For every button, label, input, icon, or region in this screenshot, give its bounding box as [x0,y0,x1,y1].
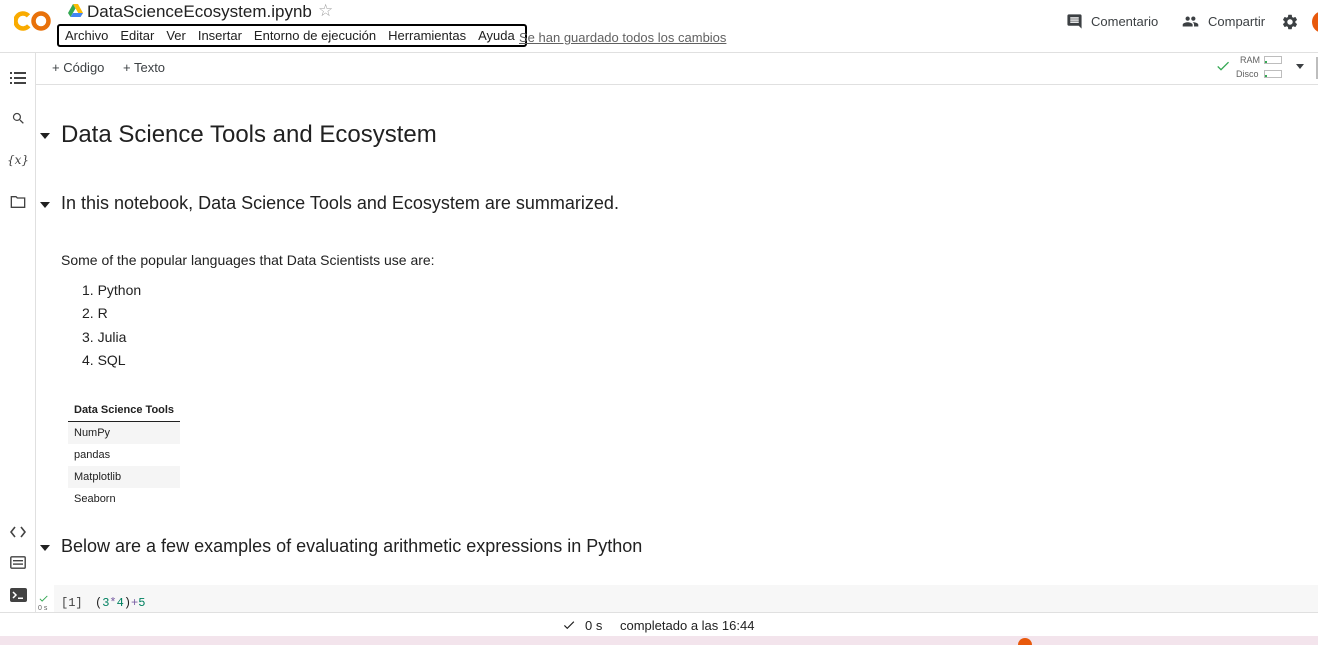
disk-usage-bar[interactable] [1264,70,1282,78]
collapse-section-caret[interactable] [40,545,50,551]
people-icon [1182,16,1199,27]
table-cell: NumPy [68,421,181,444]
runtime-dropdown-icon[interactable] [1296,64,1304,69]
table-cell: pandas [74,449,111,461]
table-header: Data Science Tools [68,400,181,422]
command-palette-icon[interactable] [9,553,27,571]
notebook-title[interactable]: DataScienceEcosystem.ipynb [87,2,312,22]
languages-intro-text: Some of the popular languages that Data … [61,252,435,268]
cell-exec-time: 0 s [38,605,48,612]
menu-entorno-de-ejecucion[interactable]: Entorno de ejecución [248,28,382,43]
disk-usage-fill [1265,75,1268,77]
code-cell[interactable]: [1] (3*4)+5 [54,585,1318,613]
comment-button[interactable]: Comentario [1066,13,1158,30]
execution-count: [1] [61,596,83,610]
files-icon[interactable] [9,193,27,211]
user-avatar[interactable] [1312,11,1318,33]
run-success-check-icon[interactable] [38,593,49,604]
menu-ver[interactable]: Ver [160,28,192,43]
menu-bar: Archivo Editar Ver Insertar Entorno de e… [57,24,527,47]
status-check-icon [563,621,575,630]
code-token: * [109,596,117,610]
menu-insertar[interactable]: Insertar [192,28,248,43]
ram-usage-bar[interactable] [1264,56,1282,64]
collapse-section-caret[interactable] [40,202,50,208]
list-item: 1. Python [82,282,142,298]
code-editor[interactable]: (3*4)+5 [95,596,145,610]
share-label: Compartir [1208,14,1266,29]
menu-editar[interactable]: Editar [114,28,160,43]
comment-icon [1067,14,1082,29]
app-header: DataScienceEcosystem.ipynb ☆ Archivo Edi… [0,0,1318,53]
heading-data-science-tools: Data Science Tools and Ecosystem [61,121,437,148]
status-message[interactable]: completado a las 16:44 [620,618,754,633]
code-token: ) [123,596,132,610]
list-item: 4. SQL [82,351,126,368]
status-bar: 0 s completado a las 16:44 [0,612,1318,637]
google-drive-icon[interactable] [68,4,83,17]
menu-ayuda[interactable]: Ayuda [472,28,521,43]
menu-archivo[interactable]: Archivo [64,28,114,43]
collapse-section-caret[interactable] [40,133,50,139]
disk-label: Disco [1236,69,1259,79]
notebook-toolbar: + Código + Texto RAM Disco [35,52,1318,85]
variables-icon[interactable]: {x} [7,151,29,169]
settings-gear-icon[interactable] [1281,13,1299,31]
terminal-icon[interactable] [9,586,27,604]
languages-list: 1. Python 2. R 3. Julia 4. SQL [82,282,141,375]
code-token: 4 [116,596,124,610]
colab-logo[interactable] [14,8,52,34]
comment-label: Comentario [1091,14,1159,29]
list-item: 3. Julia [82,328,127,345]
ram-label: RAM [1240,55,1260,65]
table-cell: Seaborn [74,493,116,505]
data-science-tools-table: Data Science Tools NumPy pandas Matplotl… [68,400,181,510]
status-exec-time: 0 s [585,618,603,633]
share-button[interactable]: Compartir [1181,13,1265,30]
menu-herramientas[interactable]: Herramientas [382,28,472,43]
taskbar-app-icon[interactable] [1018,638,1032,645]
search-icon[interactable] [9,109,27,127]
add-text-button[interactable]: + Texto [123,60,165,75]
heading-summary: In this notebook, Data Science Tools and… [61,193,619,213]
save-status-link[interactable]: Se han guardado todos los cambios [519,30,726,45]
taskbar-strip [0,636,1318,645]
code-token: 5 [138,596,146,610]
star-icon[interactable]: ☆ [318,1,333,21]
table-of-contents-icon[interactable] [9,69,27,87]
left-sidebar: {x} [0,52,36,612]
ram-usage-fill [1265,61,1268,63]
add-code-button[interactable]: + Código [52,60,104,75]
code-snippets-icon[interactable] [9,523,27,541]
heading-arithmetic-examples: Below are a few examples of evaluating a… [61,536,643,556]
list-item: 2. R [82,305,108,322]
table-cell: Matplotlib [68,466,181,488]
connected-check-icon[interactable] [1215,58,1231,74]
